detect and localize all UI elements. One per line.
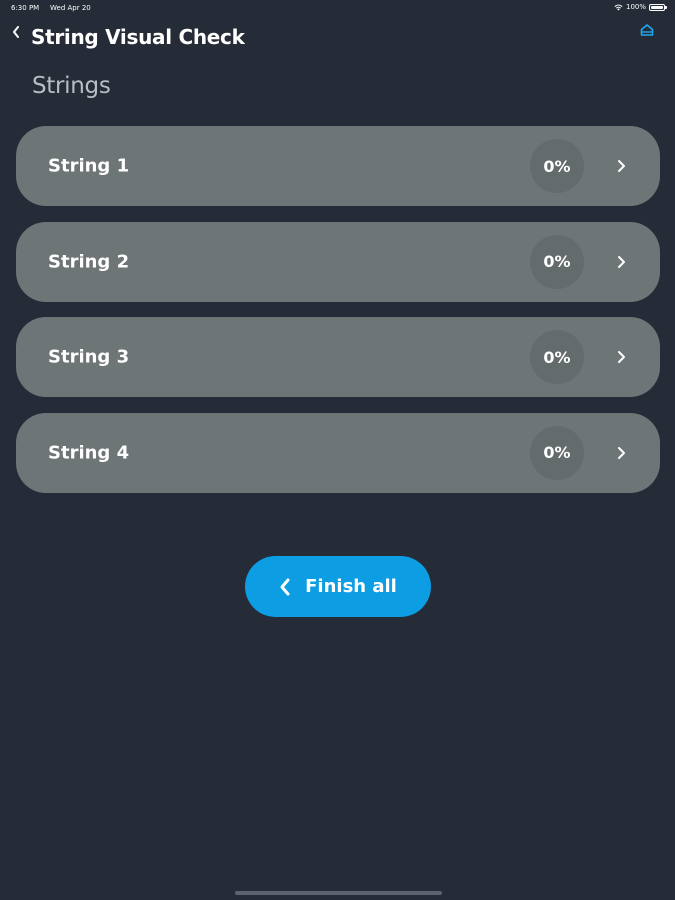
- chevron-right-icon: [618, 351, 625, 363]
- home-button[interactable]: [639, 22, 655, 38]
- home-indicator[interactable]: [235, 891, 442, 895]
- home-icon: [640, 24, 654, 36]
- string-item-2[interactable]: String 2 0%: [16, 221, 660, 302]
- page-title: String Visual Check: [31, 25, 245, 49]
- chevron-left-icon: [13, 26, 19, 38]
- string-label: String 4: [48, 442, 130, 463]
- status-indicators: 100%: [614, 3, 667, 11]
- chevron-right-icon: [618, 160, 625, 172]
- battery-percent: 100%: [625, 3, 646, 11]
- string-item-3[interactable]: String 3 0%: [16, 317, 660, 397]
- string-label: String 1: [48, 155, 130, 177]
- string-item-4[interactable]: String 4 0%: [16, 412, 660, 493]
- string-item-1[interactable]: String 1 0%: [16, 126, 660, 206]
- chevron-right-icon: [618, 446, 625, 459]
- progress-badge: 0%: [530, 330, 584, 384]
- string-list: String 1 0% String 2 0% String 3 0% Stri…: [16, 126, 660, 508]
- battery-icon: [649, 3, 667, 11]
- status-bar: 6:30 PM Wed Apr 20 100%: [0, 0, 675, 16]
- finish-all-button[interactable]: Finish all: [245, 556, 431, 617]
- chevron-right-icon: [618, 255, 625, 268]
- wifi-icon: [614, 4, 623, 10]
- finish-all-label: Finish all: [305, 576, 397, 597]
- string-label: String 3: [48, 346, 130, 368]
- chevron-left-icon: [280, 578, 290, 595]
- section-title: Strings: [32, 73, 111, 99]
- progress-badge: 0%: [530, 234, 584, 289]
- status-date: Wed Apr 20: [50, 4, 91, 12]
- progress-badge: 0%: [530, 139, 584, 193]
- back-button[interactable]: [8, 24, 24, 40]
- string-label: String 2: [48, 251, 130, 272]
- status-time: 6:30 PM: [11, 4, 40, 12]
- progress-badge: 0%: [530, 425, 584, 480]
